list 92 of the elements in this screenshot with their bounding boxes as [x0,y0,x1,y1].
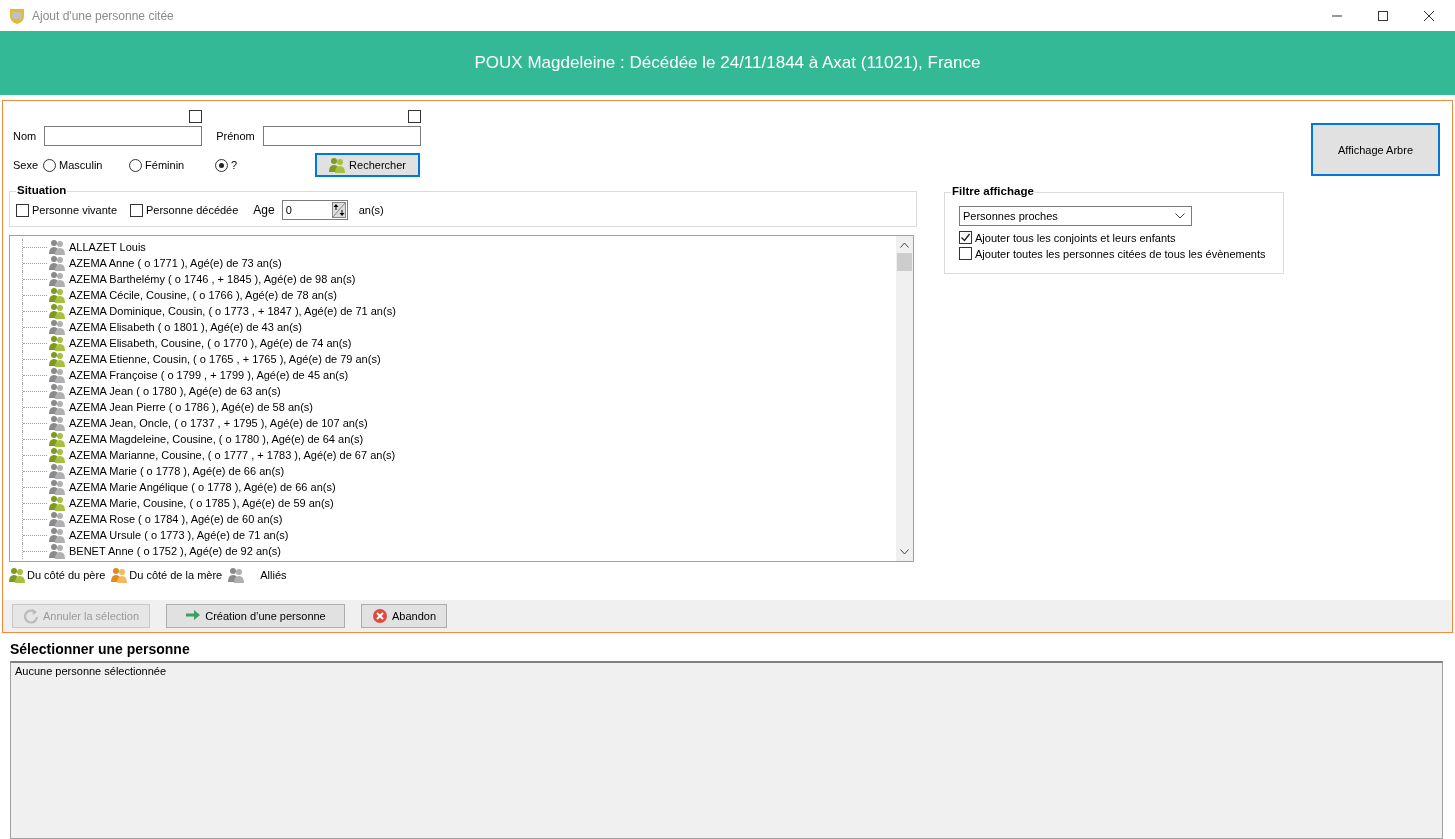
unit-label: an(s) [358,204,384,216]
checkbox[interactable] [407,110,421,123]
checkbox[interactable] [130,203,143,217]
text-field[interactable] [262,126,421,146]
people-icon [49,399,65,415]
section-title: Sélectionner une personne [10,641,191,657]
radio-label: Féminin [145,159,185,171]
tree-item[interactable]: AZEMA Elisabeth, Cousine, ( o 1770 ), Agé(e) de 74 an(s) [10,335,896,351]
cancel-icon [372,608,388,624]
scroll-down-icon [900,549,909,555]
tree-view-button[interactable]: Affichage Arbre [1311,123,1440,176]
tree-item[interactable]: AZEMA Rose ( o 1784 ), Agé(e) de 60 an(s) [10,511,896,527]
scrollbar[interactable] [896,236,913,561]
group-title: Filtre affichage [951,185,1035,197]
tree-item[interactable]: AZEMA Marie, Cousine, ( o 1785 ), Agé(e) de 59 an(s) [10,495,896,511]
people-icon [228,567,245,583]
people-icon [49,463,65,479]
tree-item[interactable]: AZEMA Anne ( o 1771 ), Agé(e) de 73 an(s) [10,255,896,271]
tree-item[interactable]: AZEMA Jean ( o 1780 ), Agé(e) de 63 an(s) [10,383,896,399]
people-icon [49,415,65,431]
checkbox[interactable] [959,231,972,244]
checkbox-label: Personne décédée [146,204,239,216]
people-icon [49,271,65,287]
people-icon [49,527,65,543]
tree-item[interactable]: AZEMA Etienne, Cousin, ( o 1765 , + 1765 ), Agé(e) de 79 an(s) [10,351,896,367]
tree-item[interactable]: AZEMA Elisabeth ( o 1801 ), Agé(e) de 43 an(s) [10,319,896,335]
checkbox-label: Personne vivante [32,204,117,216]
scroll-thumb[interactable] [897,253,912,271]
tree-item[interactable]: AZEMA Magdeleine, Cousine, ( o 1780 ), Agé(e) de 64 an(s) [10,431,896,447]
header-text: POUX Magdeleine : Décédée le 24/11/1844 à Axat (11021), France [474,53,981,73]
field-label: Nom [13,130,37,142]
checkbox[interactable] [189,110,203,123]
tree-item[interactable]: AZEMA Dominique, Cousin, ( o 1773 , + 1847 ), Agé(e) de 71 an(s) [10,303,896,319]
people-icon [49,255,65,271]
people-icon [49,511,65,527]
tree-item[interactable]: AZEMA Marianne, Cousine, ( o 1777 , + 1783 ), Agé(e) de 67 an(s) [10,447,896,463]
tree-item[interactable]: AZEMA Marie Angélique ( o 1778 ), Agé(e) de 66 an(s) [10,479,896,495]
text-field[interactable] [44,126,203,146]
people-icon [9,567,25,583]
shield-icon [8,6,26,25]
people-icon [49,431,65,447]
close-icon [1423,9,1435,22]
radio-button[interactable] [215,158,229,172]
scroll-up-icon [900,242,909,248]
people-icon [49,239,65,255]
people-icon [111,567,128,583]
dropdown[interactable]: Personnes proches [959,206,1192,226]
checkbox[interactable] [959,247,972,260]
tree-item[interactable]: AZEMA Barthelémy ( o 1746 , + 1845 ), Agé(e) de 98 an(s) [10,271,896,287]
checkbox-label: Ajouter tous les conjoints et leurs enfants [975,231,1176,244]
people-icon [49,319,65,335]
people-icon [49,495,65,511]
checkbox[interactable] [16,203,29,217]
tree-item[interactable]: AZEMA Françoise ( o 1799 , + 1799 ), Agé(e) de 45 an(s) [10,367,896,383]
tree-item[interactable]: AZEMA Ursule ( o 1773 ), Agé(e) de 71 an(s) [10,527,896,543]
action-button[interactable]: Abandon [361,604,448,628]
tree-item[interactable]: AZEMA Cécile, Cousine, ( o 1766 ), Agé(e) de 78 an(s) [10,287,896,303]
radio-label: Masculin [59,159,103,171]
refresh-icon [23,608,39,624]
tree-item[interactable]: ALLAZET Louis [10,239,896,255]
action-button[interactable]: Création d’une personne [166,604,345,628]
people-icon [49,383,65,399]
people-icon [49,335,65,351]
tree-item[interactable]: AZEMA Jean Pierre ( o 1786 ), Agé(e) de 58 an(s) [10,399,896,415]
field-label: Age [253,203,275,217]
legend-label: Du côté de la mère [129,569,223,581]
people-icon [49,303,65,319]
legend-label: Du côté du père [27,569,106,581]
selection-text: Aucune personne sélectionnée [15,665,167,677]
checkbox-label: Ajouter toutes les personnes citées de tous les évènements [975,247,1266,260]
people-icon [49,543,65,559]
maximize-icon [1377,9,1389,22]
people-icon [49,447,65,463]
people-icon [49,287,65,303]
group-title: Situation [16,184,68,196]
radio-label: ? [231,159,238,171]
field-label: Prénom [216,130,255,142]
window-title: Ajout d'une personne citée [32,8,174,23]
chevron-down-icon [1175,213,1185,219]
people-icon [49,367,65,383]
people-icon [49,479,65,495]
tree-item[interactable]: AZEMA Marie ( o 1778 ), Agé(e) de 66 an(s) [10,463,896,479]
field-label: Sexe [13,159,39,171]
radio-button[interactable] [43,158,57,172]
tree-item[interactable]: BENET Anne ( o 1752 ), Agé(e) de 92 an(s) [10,543,896,559]
people-icon [49,351,65,367]
spin-arrows-icon [331,202,346,218]
radio-button[interactable] [129,158,143,172]
search-button[interactable]: Rechercher [315,153,420,177]
tree-item[interactable]: AZEMA Jean, Oncle, ( o 1737 , + 1795 ), Agé(e) de 107 an(s) [10,415,896,431]
age-spinner[interactable]: 0 [281,200,348,220]
legend-label: Alliés [260,569,287,581]
